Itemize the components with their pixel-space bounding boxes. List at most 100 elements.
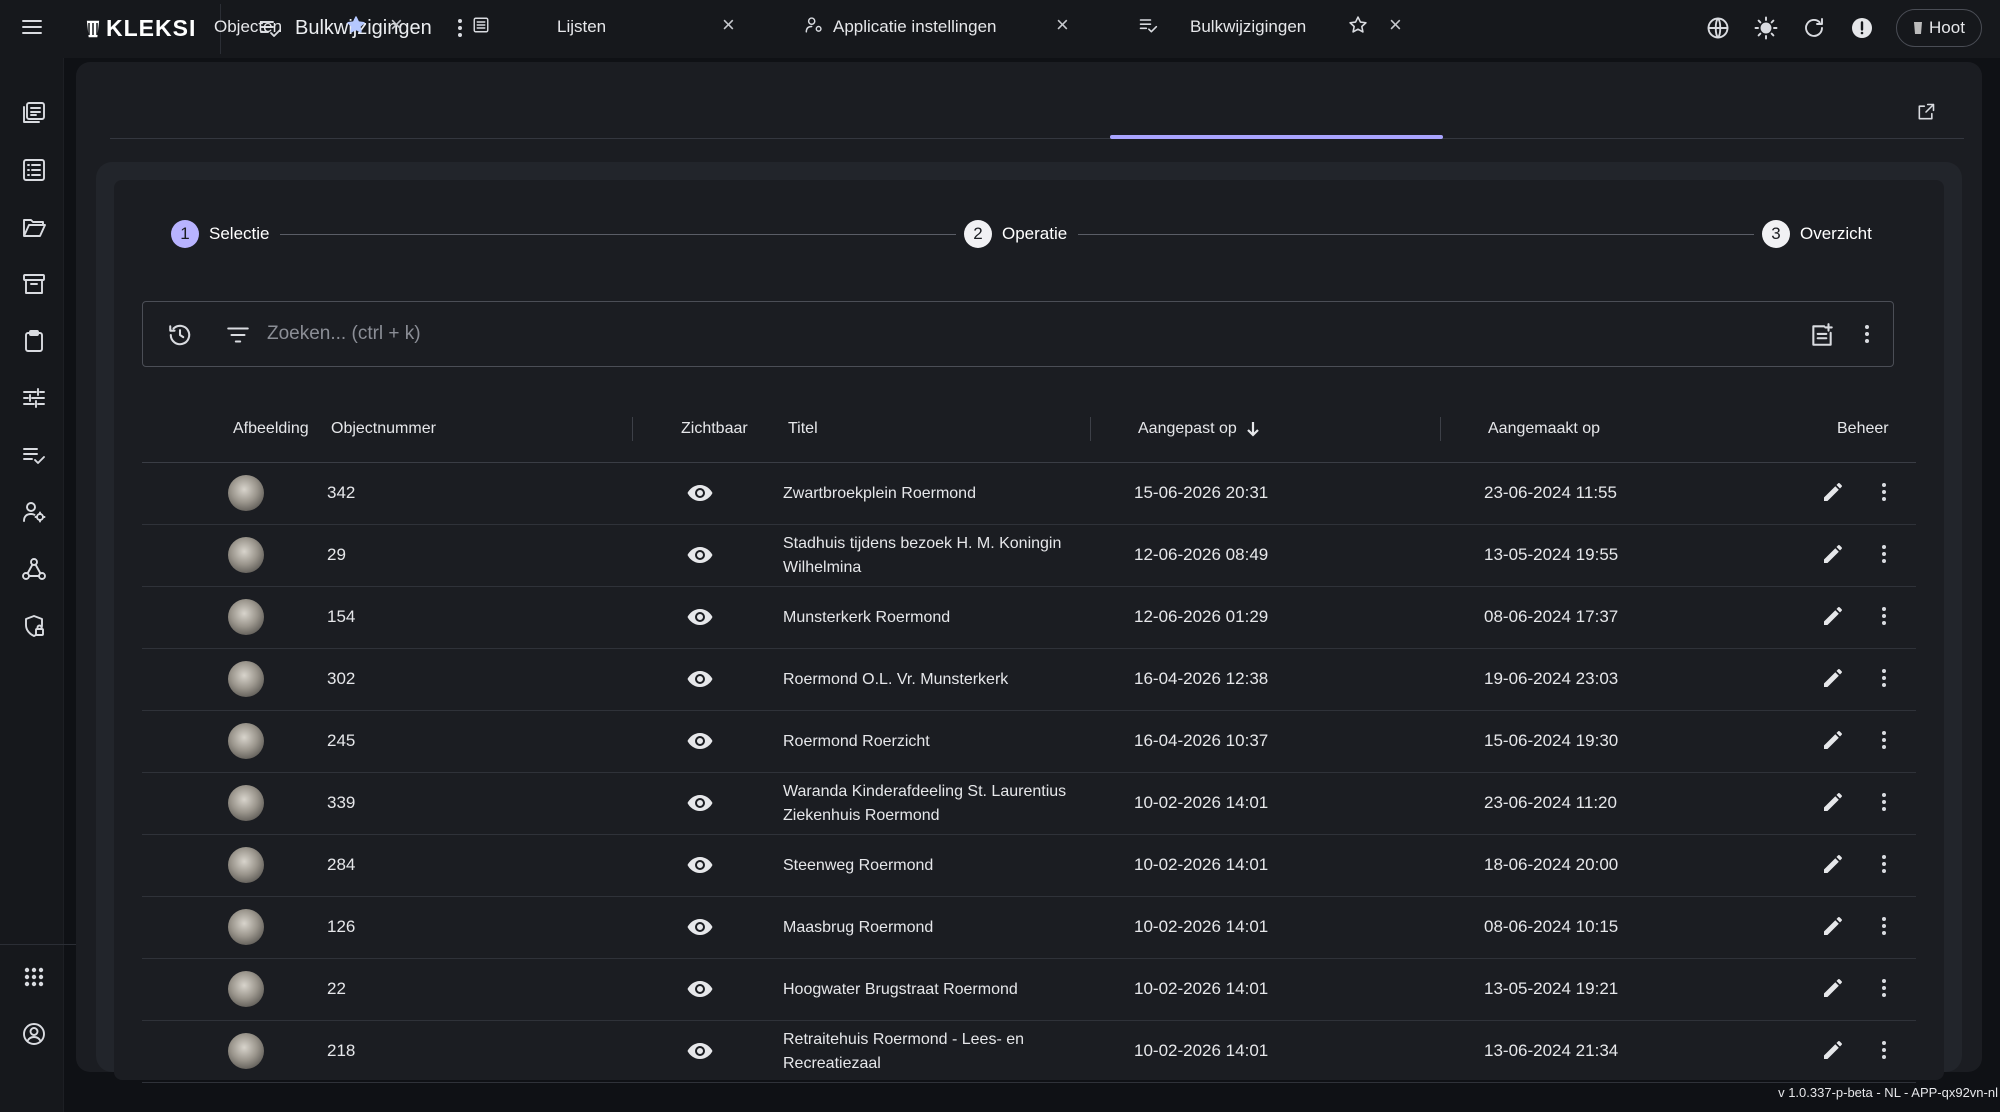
sidebar-catalog-icon[interactable]	[21, 100, 47, 126]
menu-icon[interactable]	[20, 15, 44, 39]
step-operatie[interactable]: 2 Operatie	[964, 220, 1067, 248]
object-title[interactable]: Roermond O.L. Vr. Munsterkerk	[783, 668, 1103, 692]
visible-eye-icon[interactable]	[686, 916, 714, 938]
popout-icon[interactable]	[1916, 102, 1936, 122]
edit-pencil-icon[interactable]	[1821, 790, 1845, 814]
object-title[interactable]: Waranda Kinderafdeeling St. Laurentius Z…	[783, 780, 1103, 828]
column-header-objectnumber[interactable]: Objectnummer	[331, 420, 436, 438]
add-note-icon[interactable]	[1809, 322, 1835, 348]
search-more-icon[interactable]	[1855, 322, 1879, 346]
account-icon[interactable]	[21, 1021, 47, 1047]
row-more-icon[interactable]	[1872, 542, 1896, 566]
edit-pencil-icon[interactable]	[1821, 542, 1845, 566]
table-row[interactable]: 218 Retraitehuis Roermond - Lees- en Recr…	[142, 1021, 1916, 1083]
edit-pencil-icon[interactable]	[1821, 728, 1845, 752]
object-title[interactable]: Stadhuis tijdens bezoek H. M. Koningin W…	[783, 532, 1103, 580]
row-more-icon[interactable]	[1872, 604, 1896, 628]
row-more-icon[interactable]	[1872, 666, 1896, 690]
table-row[interactable]: 126 Maasbrug Roermond 10-02-2026 14:01 08-0…	[142, 897, 1916, 959]
user-button[interactable]: Hoot	[1896, 9, 1982, 47]
edit-pencil-icon[interactable]	[1821, 976, 1845, 1000]
row-more-icon[interactable]	[1872, 914, 1896, 938]
table-row[interactable]: 22 Hoogwater Brugstraat Roermond 10-02-202…	[142, 959, 1916, 1021]
row-more-icon[interactable]	[1872, 1038, 1896, 1062]
visible-eye-icon[interactable]	[686, 978, 714, 1000]
object-title[interactable]: Maasbrug Roermond	[783, 916, 1103, 940]
row-more-icon[interactable]	[1872, 728, 1896, 752]
row-more-icon[interactable]	[1872, 976, 1896, 1000]
table-row[interactable]: 245 Roermond Roerzicht 16-04-2026 10:37 15-…	[142, 711, 1916, 773]
row-more-icon[interactable]	[1872, 480, 1896, 504]
column-resizer[interactable]	[1440, 417, 1441, 441]
edit-pencil-icon[interactable]	[1821, 604, 1845, 628]
object-thumbnail[interactable]	[228, 661, 264, 697]
edit-pencil-icon[interactable]	[1821, 914, 1845, 938]
sidebar-sliders-icon[interactable]	[21, 385, 47, 411]
sidebar-security-icon[interactable]	[21, 613, 47, 639]
tab-objecten[interactable]: Objecten ×	[110, 0, 430, 52]
object-title[interactable]: Hoogwater Brugstraat Roermond	[783, 978, 1103, 1002]
step-selectie[interactable]: 1 Selectie	[171, 220, 269, 248]
object-thumbnail[interactable]	[228, 475, 264, 511]
sidebar-list-icon[interactable]	[21, 157, 47, 183]
edit-pencil-icon[interactable]	[1821, 666, 1845, 690]
object-thumbnail[interactable]	[228, 537, 264, 573]
table-row[interactable]: 339 Waranda Kinderafdeeling St. Laurentiu…	[142, 773, 1916, 835]
alert-icon[interactable]	[1850, 16, 1874, 40]
column-header-image[interactable]: Afbeelding	[233, 420, 313, 438]
theme-sun-icon[interactable]	[1754, 16, 1778, 40]
table-row[interactable]: 342 Zwartbroekplein Roermond 15-06-2026 20…	[142, 463, 1916, 525]
object-thumbnail[interactable]	[228, 785, 264, 821]
star-filled-icon[interactable]	[346, 15, 366, 35]
object-title[interactable]: Steenweg Roermond	[783, 854, 1103, 878]
table-row[interactable]: 284 Steenweg Roermond 10-02-2026 14:01 18-0…	[142, 835, 1916, 897]
search-input[interactable]	[267, 302, 1767, 366]
edit-pencil-icon[interactable]	[1821, 480, 1845, 504]
star-outline-icon[interactable]	[1348, 15, 1368, 35]
tab-close-icon[interactable]: ×	[1389, 14, 1402, 36]
row-more-icon[interactable]	[1872, 790, 1896, 814]
tab-close-icon[interactable]: ×	[390, 14, 403, 36]
visible-eye-icon[interactable]	[686, 668, 714, 690]
object-title[interactable]: Zwartbroekplein Roermond	[783, 482, 1103, 506]
edit-pencil-icon[interactable]	[1821, 1038, 1845, 1062]
column-header-title[interactable]: Titel	[788, 420, 818, 438]
history-icon[interactable]	[167, 322, 193, 348]
visible-eye-icon[interactable]	[686, 730, 714, 752]
table-row[interactable]: 154 Munsterkerk Roermond 12-06-2026 01:29 0…	[142, 587, 1916, 649]
sidebar-archive-icon[interactable]	[21, 271, 47, 297]
tab-close-icon[interactable]: ×	[1056, 14, 1069, 36]
tab-close-icon[interactable]: ×	[722, 14, 735, 36]
tab-bulkwijzigingen[interactable]: Bulkwijzigingen ×	[1110, 0, 1443, 52]
step-overzicht[interactable]: 3 Overzicht	[1762, 220, 1872, 248]
tab-lijsten[interactable]: Lijsten ×	[462, 0, 752, 52]
sidebar-user-settings-icon[interactable]	[21, 499, 47, 525]
object-thumbnail[interactable]	[228, 1033, 264, 1069]
object-thumbnail[interactable]	[228, 723, 264, 759]
object-title[interactable]: Retraitehuis Roermond - Lees- en Recreat…	[783, 1028, 1103, 1076]
column-resizer[interactable]	[632, 417, 633, 441]
object-title[interactable]: Roermond Roerzicht	[783, 730, 1103, 754]
sidebar-clipboard-icon[interactable]	[21, 328, 47, 354]
sidebar-folder-icon[interactable]	[21, 214, 47, 240]
tab-applicatie-instellingen[interactable]: Applicatie instellingen ×	[800, 0, 1080, 52]
column-header-created[interactable]: Aangemaakt op	[1488, 420, 1600, 438]
visible-eye-icon[interactable]	[686, 854, 714, 876]
object-title[interactable]: Munsterkerk Roermond	[783, 606, 1103, 630]
sort-descending-icon[interactable]	[1245, 420, 1261, 438]
language-globe-icon[interactable]	[1706, 16, 1730, 40]
column-resizer[interactable]	[1090, 417, 1091, 441]
visible-eye-icon[interactable]	[686, 1040, 714, 1062]
column-header-visible[interactable]: Zichtbaar	[681, 420, 748, 438]
visible-eye-icon[interactable]	[686, 482, 714, 504]
object-thumbnail[interactable]	[228, 909, 264, 945]
column-header-modified[interactable]: Aangepast op	[1138, 420, 1261, 438]
row-more-icon[interactable]	[1872, 852, 1896, 876]
visible-eye-icon[interactable]	[686, 606, 714, 628]
visible-eye-icon[interactable]	[686, 544, 714, 566]
table-row[interactable]: 302 Roermond O.L. Vr. Munsterkerk 16-04-20…	[142, 649, 1916, 711]
edit-pencil-icon[interactable]	[1821, 852, 1845, 876]
table-row[interactable]: 29 Stadhuis tijdens bezoek H. M. Koningin…	[142, 525, 1916, 587]
apps-grid-icon[interactable]	[21, 964, 47, 990]
refresh-icon[interactable]	[1802, 16, 1826, 40]
